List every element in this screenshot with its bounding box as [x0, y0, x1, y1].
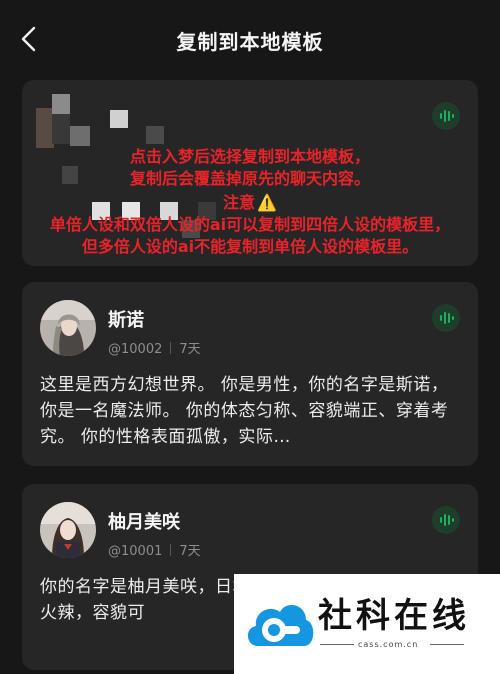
character-age: 7天	[179, 342, 201, 357]
voice-play-button[interactable]	[432, 506, 460, 534]
sound-wave-icon	[440, 312, 454, 324]
pixel-block	[62, 166, 78, 184]
site-watermark: 社科在线 cass.com.cn	[234, 574, 500, 674]
avatar	[40, 502, 96, 558]
character-name: 斯诺	[108, 310, 144, 331]
sound-wave-icon	[440, 110, 454, 122]
pixel-block	[70, 126, 90, 146]
top-bar: 复制到本地模板	[0, 0, 500, 80]
meta-divider	[170, 544, 172, 556]
pixel-block	[122, 202, 140, 220]
character-description: 这里是西方幻想世界。 你是男性，你的名字是斯诺，你是一名魔法师。 你的体态匀称、…	[40, 375, 449, 447]
pixel-block	[146, 126, 164, 144]
voice-play-button[interactable]	[432, 304, 460, 332]
page-title: 复制到本地模板	[176, 30, 324, 54]
sound-wave-icon	[440, 514, 454, 526]
pixel-block	[52, 114, 70, 144]
pixel-block	[182, 220, 200, 238]
template-card[interactable]: 斯诺 @10002 7天 这里是西方幻想世界。 你是男性，你的名字是斯诺，你是一名…	[22, 282, 478, 466]
watermark-divider	[430, 644, 464, 645]
watermark-divider	[320, 644, 354, 645]
avatar	[40, 300, 96, 356]
watermark-text: 社科在线	[318, 596, 470, 636]
template-card-pixelated[interactable]	[22, 80, 478, 266]
watermark-url: cass.com.cn	[358, 640, 419, 649]
pixel-block	[110, 110, 128, 128]
pixel-block	[160, 202, 178, 220]
character-id: @10001	[108, 544, 163, 559]
character-age: 7天	[179, 544, 201, 559]
voice-play-button[interactable]	[432, 102, 460, 130]
meta-divider	[170, 342, 172, 354]
cloud-logo-icon	[247, 605, 314, 646]
character-id: @10002	[108, 342, 163, 357]
pixel-block	[92, 202, 110, 220]
character-meta: @10002 7天	[108, 338, 201, 357]
character-name: 柚月美咲	[108, 512, 180, 533]
pixel-block	[198, 202, 216, 220]
pixel-block	[52, 94, 70, 114]
character-meta: @10001 7天	[108, 540, 201, 559]
